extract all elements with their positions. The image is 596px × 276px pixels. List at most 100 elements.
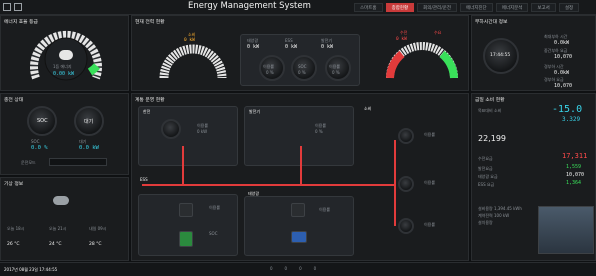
weather-day-1: 오늘 21시 24 °C [49, 226, 66, 247]
tab-report[interactable]: 보고서 [531, 3, 556, 12]
ess-box: 이용률 SOC [138, 194, 238, 256]
weather-panel: 기상 정보 오늘 18시 26 °C 오늘 21시 24 °C 내일 09시 2… [0, 177, 129, 261]
power-title: 현재 전력 현황 [135, 20, 165, 25]
load-node-1 [398, 128, 414, 144]
usage-big-number: 22,199 [478, 134, 506, 143]
tab-diagnosis[interactable]: 에너지진단 [460, 3, 493, 12]
usage-row-value-2: 10,070 [566, 172, 585, 178]
ess-rate: 이용률 [209, 205, 221, 210]
efficiency-face-icon [59, 50, 73, 60]
clock-time: 17:44:55 [490, 53, 511, 58]
efficiency-panel: 에너지 효율 등급 1등 에너지 0.00 kW [0, 15, 129, 91]
app-icons [3, 3, 22, 11]
sell-label: 수요 [434, 30, 442, 35]
usage-row-label-1: 발전요금 [478, 166, 493, 171]
grid-kw: 0 kW [197, 129, 208, 134]
weather-day-0: 오늘 18시 26 °C [7, 226, 24, 247]
load-label: 소비 [364, 106, 372, 111]
day-label: 내일 09시 [89, 226, 107, 231]
tab-overview[interactable]: 종합현황 [385, 3, 415, 12]
main-tabs: 스마트홈 종합현황 회의/관리/운전 에너지진단 에너지분석 보고서 설정 [354, 3, 580, 12]
load-item-value-3: 10,070 [554, 83, 573, 89]
weather-day-2: 내일 09시 28 °C [89, 226, 106, 247]
building-info-2: 설치용량 [478, 220, 493, 225]
load-node-2 [398, 176, 414, 192]
efficiency-title: 에너지 효율 등급 [4, 20, 38, 25]
load-item-value-1: 10,070 [554, 54, 573, 60]
solar-panel [291, 231, 307, 243]
alert-counts: 0 0 0 0 [270, 266, 316, 271]
wait-button-label: 대기 [84, 119, 94, 125]
load-rate-1: 이용률 [424, 132, 436, 137]
load-trunk-line [394, 140, 396, 226]
solar-value: 0 kW [247, 44, 260, 50]
weather-current-icon [53, 196, 69, 205]
operation-panel: 계통 운영 현황 한전 이용률 0 kW 발전기 이용률 0 % 소비 ESS … [131, 93, 469, 261]
day-temp: 26 °C [7, 242, 20, 247]
alert-count-3[interactable]: 0 [314, 266, 317, 271]
usage-title: 금일 소비 현황 [475, 98, 505, 103]
ess-value: 0 kW [285, 44, 298, 50]
soc-caption: SOC [31, 139, 40, 144]
usage-sub-value: 3.329 [562, 116, 581, 123]
alert-count-1[interactable]: 0 [285, 266, 288, 271]
grid-box: 한전 이용률 0 kW [138, 106, 238, 166]
ess-label: ESS [140, 177, 148, 182]
usage-main-value: -15.0 [552, 104, 583, 115]
operation-title: 계통 운영 현황 [135, 98, 165, 103]
load-rate-3: 이용률 [424, 222, 436, 227]
tab-operation[interactable]: 회의/관리/운전 [417, 3, 457, 12]
load-node-3 [398, 218, 414, 234]
usage-row-label-3: ESS 요금 [478, 182, 495, 187]
grid-feed-line [182, 146, 184, 184]
soc-label: SOC [298, 64, 307, 69]
tab-settings[interactable]: 설정 [558, 3, 580, 12]
building-image [538, 206, 594, 254]
charge-summary: 태양광 0 kW ESS 0 kW 발전기 0 kW 이용률 0 % SOC 0… [240, 34, 360, 86]
load-item-value-2: 0.0kW [554, 70, 570, 76]
home-icon[interactable] [3, 3, 11, 11]
usage-row-value-0: 17,311 [562, 152, 588, 160]
soc-value: 0 % [298, 70, 306, 75]
generator-box: 발전기 이용률 0 % [244, 106, 354, 166]
grade-value: 0.00 kW [53, 71, 75, 77]
mode-label: 운전모드 [21, 160, 36, 165]
wait-reading: 0.0 kW [79, 145, 99, 151]
solar-inverter [291, 203, 305, 217]
solar-rate: 이용률 [319, 207, 331, 212]
solar-box: 이용률 [244, 196, 354, 256]
day-label: 오늘 18시 [7, 226, 25, 231]
status-bar: 2017년 08월 23일 17:44:55 0 0 0 0 [0, 262, 596, 276]
footer-datetime: 2017년 08월 23일 17:44:55 [4, 267, 58, 272]
charge-panel: 충전 상태 SOC 대기 SOC 0.0 % 대기 0.0 kW 운전모드 [0, 93, 129, 175]
load-item-value-0: 0.0kW [554, 40, 570, 46]
grid-label: 한전 [143, 109, 151, 114]
menu-icon[interactable] [14, 3, 22, 11]
gen-box-label: 발전기 [249, 109, 261, 114]
load-time-panel: 부하시간대 정보 17:44:55 최대부하 시간 0.0kW 중간부하 요금 … [471, 15, 596, 91]
tab-smarthome[interactable]: 스마트홈 [354, 3, 383, 12]
grade-label: 1등 에너지 [53, 64, 72, 69]
soc-button-label: SOC [37, 118, 48, 124]
building-info-1: 계약전력 100 kW [478, 213, 510, 218]
rate-value: 0 % [266, 70, 274, 75]
load-rate-2: 이용률 [424, 180, 436, 185]
load-time-title: 부하시간대 정보 [475, 20, 508, 25]
supply-gauge [386, 42, 458, 79]
buy-label: 수전 [400, 30, 408, 35]
gen-unit: 0 % [315, 129, 323, 134]
ess-label: ESS [285, 38, 293, 43]
usage-row-value-1: 1,559 [566, 164, 582, 170]
building-info-0: 설비용량 1,394.45 kWh [478, 206, 522, 211]
bus-line [142, 184, 394, 186]
supply-value: 0 kW [396, 37, 407, 42]
mode-select[interactable] [49, 158, 107, 166]
tab-analysis[interactable]: 에너지분석 [495, 3, 529, 12]
alert-count-0[interactable]: 0 [270, 266, 273, 271]
app-title: Energy Management System [188, 1, 311, 11]
power-panel: 현재 전력 현황 소비 0 kW 태양광 0 kW ESS 0 kW 발전기 0… [131, 15, 469, 91]
consume-gauge [159, 44, 227, 79]
ess-soc: SOC [209, 231, 218, 236]
usage-row-value-3: 1,364 [566, 180, 582, 186]
alert-count-2[interactable]: 0 [299, 266, 302, 271]
